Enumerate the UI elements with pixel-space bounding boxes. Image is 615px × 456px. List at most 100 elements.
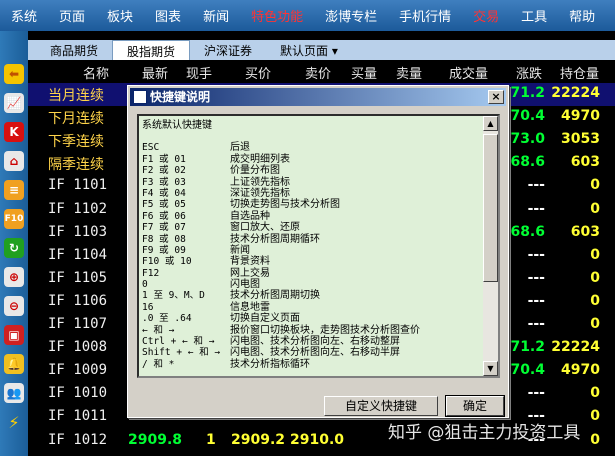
shortcut-key: F9 或 09 — [142, 244, 186, 256]
shortcut-key: Ctrl + ← 和 → — [142, 336, 215, 348]
shortcut-desc: 后退 — [230, 142, 250, 154]
menu-bar: 系统 页面 板块 图表 新闻 特色功能 澎博专栏 手机行情 交易 工具 帮助 — [0, 0, 615, 31]
contract-name: IF 1103 — [48, 223, 108, 240]
home-icon[interactable]: ⌂ — [4, 151, 24, 171]
tab-default-page[interactable]: 默认页面 ▾ — [266, 40, 352, 60]
menu-item[interactable]: 板块 — [96, 6, 144, 25]
shortcut-line: F10 或 10 背景资料 — [142, 256, 484, 267]
scroll-up-arrow-icon[interactable]: ▲ — [483, 116, 498, 131]
cell-position: 4970 — [561, 108, 600, 125]
col-header-bid-vol[interactable]: 买量 — [351, 63, 377, 82]
menu-item[interactable]: 澎博专栏 — [314, 6, 388, 25]
shortcut-line: F4 或 04 深证领先指标 — [142, 188, 484, 199]
shortcut-key: F8 或 08 — [142, 233, 186, 245]
contract-name: IF 1107 — [48, 316, 108, 332]
cell-ask: 2910.0 — [290, 431, 345, 448]
shortcut-line: 16 信息地雷 — [142, 302, 484, 313]
col-header-position[interactable]: 持仓量 — [560, 63, 599, 82]
custom-shortcut-button[interactable]: 自定义快捷键 — [324, 396, 438, 416]
contract-name: IF 1106 — [48, 292, 108, 309]
tab-shanghai-shenzhen[interactable]: 沪深证券 — [190, 40, 266, 60]
cell-change: --- — [527, 385, 545, 402]
col-header-ask-vol[interactable]: 卖量 — [396, 63, 422, 82]
tab-index-futures[interactable]: 股指期货 — [112, 40, 191, 60]
shortcut-dialog: 快捷键说明 × 系统默认快捷键 ESC 后退 F1 或 01 成交明细列表 F2 或 0… — [127, 85, 509, 418]
cell-position: 0 — [590, 200, 600, 217]
cell-change: --- — [527, 177, 545, 194]
bell-icon[interactable]: 🔔 — [4, 354, 24, 374]
contract-name: IF 1102 — [48, 200, 108, 217]
cell-change: --- — [527, 269, 545, 286]
menu-item[interactable]: 新闻 — [192, 6, 240, 25]
menu-item[interactable]: 手机行情 — [388, 6, 462, 25]
scroll-down-arrow-icon[interactable]: ▼ — [483, 361, 498, 376]
list-heading: 系统默认快捷键 — [142, 120, 212, 131]
menu-item[interactable]: 页面 — [48, 6, 96, 25]
menu-item[interactable]: 工具 — [510, 6, 558, 25]
shortcut-line: ← 和 → 报价窗口切换板块，走势图技术分析图查价 — [142, 325, 484, 336]
shortcut-desc: 价量分布图 — [230, 165, 280, 177]
menu-item[interactable]: 帮助 — [558, 6, 606, 25]
shortcut-line: F7 或 07 窗口放大、还原 — [142, 222, 484, 233]
shortcut-key: F2 或 02 — [142, 165, 186, 177]
col-header-hand[interactable]: 现手 — [186, 63, 212, 82]
back-arrow-icon[interactable]: ⬅ — [4, 64, 24, 84]
scroll-thumb[interactable] — [483, 134, 498, 282]
shortcut-desc: 网上交易 — [230, 267, 270, 279]
lightning-icon[interactable]: ⚡ — [4, 412, 24, 432]
zoom-in-icon[interactable]: ⊕ — [4, 267, 24, 287]
cell-position: 0 — [590, 269, 600, 286]
col-header-latest[interactable]: 最新 — [142, 63, 168, 82]
col-header-ask[interactable]: 卖价 — [305, 63, 331, 82]
shortcut-key: F7 或 07 — [142, 222, 186, 234]
refresh-icon[interactable]: ↻ — [4, 238, 24, 258]
contract-name: IF 1011 — [48, 408, 108, 425]
shortcut-desc: 成交明细列表 — [230, 153, 290, 165]
dialog-titlebar[interactable]: 快捷键说明 × — [130, 88, 506, 106]
f10-icon[interactable]: F10 — [4, 209, 24, 229]
contract-name: IF 1010 — [48, 385, 108, 402]
shortcut-desc: 信息地雷 — [230, 301, 270, 313]
kline-icon[interactable]: K — [4, 122, 24, 142]
menu-item[interactable]: 交易 — [462, 6, 510, 25]
menu-item[interactable]: 系统 — [0, 6, 48, 25]
shortcut-desc: 背景资料 — [230, 256, 270, 268]
cell-change: -71.2 — [504, 85, 545, 101]
contract-name: 下季连续 — [48, 134, 104, 151]
watermark: 知乎 @狙击主力投资工具 — [388, 423, 581, 443]
shortcut-key: 1 至 9、M、D — [142, 290, 205, 302]
shortcut-line: F5 或 05 切换走势图与技术分析图 — [142, 199, 484, 210]
cell-change: -68.6 — [504, 223, 545, 240]
shortcut-key: F4 或 04 — [142, 187, 186, 199]
col-header-bid[interactable]: 买价 — [245, 63, 271, 82]
shortcut-key: 0 — [142, 279, 148, 291]
close-button[interactable]: × — [488, 90, 504, 104]
contract-name: IF 1009 — [48, 362, 108, 379]
list-icon[interactable]: ≡ — [4, 180, 24, 200]
cell-latest: 2909.8 — [128, 431, 183, 448]
col-header-volume[interactable]: 成交量 — [449, 63, 488, 82]
users-icon[interactable]: 👥 — [4, 383, 24, 403]
cell-change: --- — [527, 246, 545, 263]
shortcut-key: 16 — [142, 301, 154, 313]
shortcut-desc: 闪电图、技术分析图向左、右移动半屏 — [230, 347, 400, 359]
cell-hand: 1 — [206, 431, 216, 448]
window-icon[interactable]: ▣ — [4, 325, 24, 345]
cell-position: 0 — [590, 316, 600, 332]
menu-item[interactable]: 特色功能 — [240, 6, 314, 25]
contract-name: IF 1008 — [48, 339, 108, 356]
chart-icon[interactable]: 📈 — [4, 93, 24, 113]
col-header-change[interactable]: 涨跌 — [516, 63, 542, 82]
shortcut-desc: 闪电图、技术分析图向左、右移动整屏 — [230, 336, 400, 348]
cell-position: 0 — [590, 292, 600, 309]
shortcut-desc: 新闻 — [230, 244, 250, 256]
ok-button[interactable]: 确定 — [445, 395, 505, 417]
contract-name: 当月连续 — [48, 88, 104, 104]
menu-item[interactable]: 图表 — [144, 6, 192, 25]
col-header-name[interactable]: 名称 — [83, 63, 109, 82]
vertical-scrollbar[interactable]: ▲ ▼ — [483, 116, 498, 376]
shortcut-list[interactable]: 系统默认快捷键 ESC 后退 F1 或 01 成交明细列表 F2 或 02 价量分布图 F3… — [137, 114, 500, 378]
zoom-out-icon[interactable]: ⊖ — [4, 296, 24, 316]
tab-commodity-futures[interactable]: 商品期货 — [36, 40, 112, 60]
contract-name: IF 1104 — [48, 246, 108, 263]
